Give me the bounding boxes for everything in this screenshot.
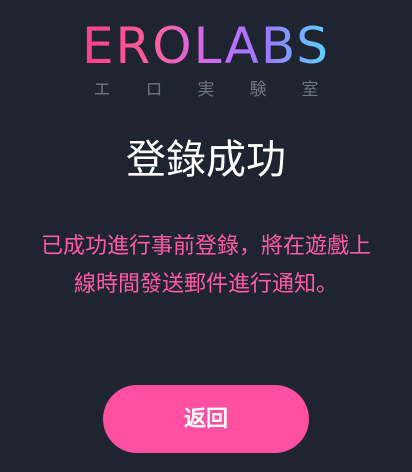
page-title: 登錄成功 <box>126 137 286 183</box>
back-button[interactable]: 返回 <box>103 385 309 453</box>
erolabs-logo: EROLABS エ ロ 実 験 室 <box>0 18 412 100</box>
logo-sub-char: ロ <box>145 80 163 100</box>
logo-sub-char: 実 <box>197 80 215 100</box>
logo-subtitle: エ ロ 実 験 室 <box>0 80 412 100</box>
logo-sub-char: エ <box>93 80 111 100</box>
logo-sub-char: 験 <box>249 80 267 100</box>
logo-sub-char: 室 <box>301 80 319 100</box>
logo-wordmark: EROLABS <box>81 17 331 75</box>
success-message: 已成功進行事前登錄，將在遊戲上線時間發送郵件進行通知。 <box>40 234 371 297</box>
